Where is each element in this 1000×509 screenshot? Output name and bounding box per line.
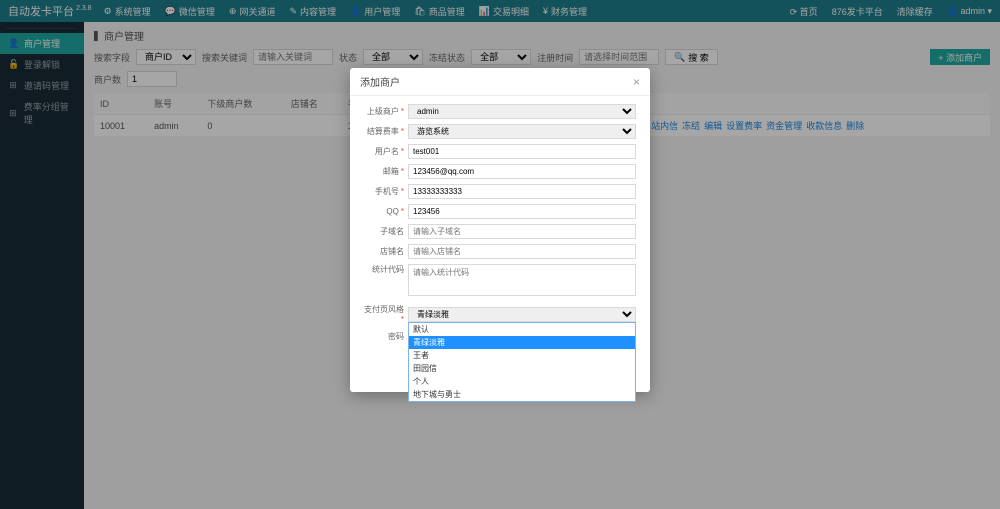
dropdown-option[interactable]: 王者 — [409, 349, 635, 362]
form-label: 支付页风格* — [360, 304, 408, 324]
dropdown-option[interactable]: 田园信 — [409, 362, 635, 375]
dropdown-option[interactable]: 青绿淡雅 — [409, 336, 635, 349]
form-input[interactable] — [408, 244, 636, 259]
form-label: 手机号* — [360, 186, 408, 197]
form-label: 店铺名 — [360, 246, 408, 257]
dropdown-list: 默认青绿淡雅王者田园信个人地下城与勇士 — [408, 322, 636, 402]
form-label: 上级商户* — [360, 106, 408, 117]
form-input[interactable] — [408, 164, 636, 179]
form-label: 统计代码 — [360, 264, 408, 275]
modal-title: 添加商户 — [360, 74, 400, 89]
dropdown-option[interactable]: 地下城与勇士 — [409, 388, 635, 401]
add-merchant-modal: 添加商户 × 上级商户*admin结算费率*游览系统用户名* 邮箱* 手机号* QQ*… — [350, 68, 650, 392]
form-input[interactable] — [408, 224, 636, 239]
form-input[interactable] — [408, 144, 636, 159]
form-label: QQ* — [360, 207, 408, 216]
form-label: 用户名* — [360, 146, 408, 157]
form-label: 密码 — [360, 331, 408, 342]
form-label: 子域名 — [360, 226, 408, 237]
pay-style-select[interactable]: 青绿淡雅 — [408, 307, 636, 322]
form-select[interactable]: 游览系统 — [408, 124, 636, 139]
dropdown-option[interactable]: 个人 — [409, 375, 635, 388]
modal-overlay: 添加商户 × 上级商户*admin结算费率*游览系统用户名* 邮箱* 手机号* QQ*… — [0, 0, 1000, 509]
form-label: 结算费率* — [360, 126, 408, 137]
form-select[interactable]: admin — [408, 104, 636, 119]
close-icon[interactable]: × — [633, 75, 640, 89]
form-label: 邮箱* — [360, 166, 408, 177]
form-input[interactable] — [408, 184, 636, 199]
form-textarea[interactable] — [408, 264, 636, 296]
dropdown-option[interactable]: 默认 — [409, 323, 635, 336]
form-input[interactable] — [408, 204, 636, 219]
